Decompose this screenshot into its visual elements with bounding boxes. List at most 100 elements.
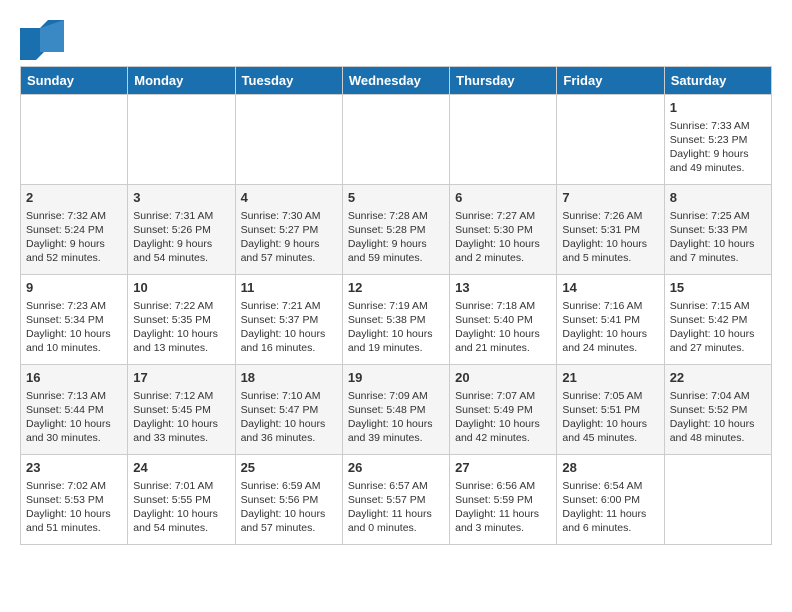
page-header: [20, 20, 772, 56]
day-info: Sunrise: 7:01 AM Sunset: 5:55 PM Dayligh…: [133, 479, 229, 536]
day-info: Sunrise: 7:26 AM Sunset: 5:31 PM Dayligh…: [562, 209, 658, 266]
day-info: Sunrise: 7:10 AM Sunset: 5:47 PM Dayligh…: [241, 389, 337, 446]
calendar-cell: [557, 95, 664, 185]
calendar-week-4: 16 Sunrise: 7:13 AM Sunset: 5:44 PM Dayli…: [21, 365, 772, 455]
day-number: 11: [241, 279, 337, 297]
day-number: 23: [26, 459, 122, 477]
calendar-cell: 9Sunrise: 7:23 AM Sunset: 5:34 PM Daylig…: [21, 275, 128, 365]
calendar-cell: [128, 95, 235, 185]
calendar-cell: [450, 95, 557, 185]
day-number: 19: [348, 369, 444, 387]
weekday-header-wednesday: Wednesday: [342, 67, 449, 95]
weekday-header-friday: Friday: [557, 67, 664, 95]
day-number: 25: [241, 459, 337, 477]
calendar-cell: 13 Sunrise: 7:18 AM Sunset: 5:40 PM Dayli…: [450, 275, 557, 365]
day-info: Sunrise: 7:32 AM Sunset: 5:24 PM Dayligh…: [26, 209, 122, 266]
day-number: 4: [241, 189, 337, 207]
calendar-cell: 18 Sunrise: 7:10 AM Sunset: 5:47 PM Dayli…: [235, 365, 342, 455]
day-info: Sunrise: 6:57 AM Sunset: 5:57 PM Dayligh…: [348, 479, 444, 536]
day-info: Sunrise: 6:56 AM Sunset: 5:59 PM Dayligh…: [455, 479, 551, 536]
logo: [20, 20, 64, 56]
calendar-cell: 21 Sunrise: 7:05 AM Sunset: 5:51 PM Dayli…: [557, 365, 664, 455]
day-number: 28: [562, 459, 658, 477]
weekday-header-monday: Monday: [128, 67, 235, 95]
day-number: 10: [133, 279, 229, 297]
day-number: 17: [133, 369, 229, 387]
calendar-week-3: 9Sunrise: 7:23 AM Sunset: 5:34 PM Daylig…: [21, 275, 772, 365]
day-number: 2: [26, 189, 122, 207]
weekday-header-tuesday: Tuesday: [235, 67, 342, 95]
calendar-cell: 28 Sunrise: 6:54 AM Sunset: 6:00 PM Dayli…: [557, 455, 664, 545]
day-number: 3: [133, 189, 229, 207]
day-info: Sunrise: 7:30 AM Sunset: 5:27 PM Dayligh…: [241, 209, 337, 266]
day-number: 13: [455, 279, 551, 297]
day-info: Sunrise: 7:28 AM Sunset: 5:28 PM Dayligh…: [348, 209, 444, 266]
day-info: Sunrise: 7:04 AM Sunset: 5:52 PM Dayligh…: [670, 389, 766, 446]
day-number: 1: [670, 99, 766, 117]
calendar-cell: 8 Sunrise: 7:25 AM Sunset: 5:33 PM Daylig…: [664, 185, 771, 275]
day-number: 14: [562, 279, 658, 297]
calendar-table: SundayMondayTuesdayWednesdayThursdayFrid…: [20, 66, 772, 545]
calendar-cell: 1 Sunrise: 7:33 AM Sunset: 5:23 PM Daylig…: [664, 95, 771, 185]
day-info: Sunrise: 7:21 AM Sunset: 5:37 PM Dayligh…: [241, 299, 337, 356]
logo-icon: [20, 20, 60, 56]
day-info: Sunrise: 7:27 AM Sunset: 5:30 PM Dayligh…: [455, 209, 551, 266]
calendar-cell: 4 Sunrise: 7:30 AM Sunset: 5:27 PM Daylig…: [235, 185, 342, 275]
weekday-header-row: SundayMondayTuesdayWednesdayThursdayFrid…: [21, 67, 772, 95]
calendar-cell: 7Sunrise: 7:26 AM Sunset: 5:31 PM Daylig…: [557, 185, 664, 275]
calendar-cell: 6 Sunrise: 7:27 AM Sunset: 5:30 PM Daylig…: [450, 185, 557, 275]
day-number: 8: [670, 189, 766, 207]
day-number: 15: [670, 279, 766, 297]
calendar-cell: [342, 95, 449, 185]
day-info: Sunrise: 7:31 AM Sunset: 5:26 PM Dayligh…: [133, 209, 229, 266]
day-number: 24: [133, 459, 229, 477]
day-info: Sunrise: 6:54 AM Sunset: 6:00 PM Dayligh…: [562, 479, 658, 536]
calendar-cell: [21, 95, 128, 185]
calendar-cell: 27 Sunrise: 6:56 AM Sunset: 5:59 PM Dayli…: [450, 455, 557, 545]
calendar-cell: 16 Sunrise: 7:13 AM Sunset: 5:44 PM Dayli…: [21, 365, 128, 455]
calendar-cell: 2 Sunrise: 7:32 AM Sunset: 5:24 PM Daylig…: [21, 185, 128, 275]
day-info: Sunrise: 7:13 AM Sunset: 5:44 PM Dayligh…: [26, 389, 122, 446]
calendar-cell: 19Sunrise: 7:09 AM Sunset: 5:48 PM Dayli…: [342, 365, 449, 455]
day-number: 12: [348, 279, 444, 297]
calendar-cell: 26 Sunrise: 6:57 AM Sunset: 5:57 PM Dayli…: [342, 455, 449, 545]
day-info: Sunrise: 7:18 AM Sunset: 5:40 PM Dayligh…: [455, 299, 551, 356]
calendar-cell: [235, 95, 342, 185]
day-number: 5: [348, 189, 444, 207]
day-info: Sunrise: 7:33 AM Sunset: 5:23 PM Dayligh…: [670, 119, 766, 176]
day-info: Sunrise: 7:22 AM Sunset: 5:35 PM Dayligh…: [133, 299, 229, 356]
day-number: 18: [241, 369, 337, 387]
calendar-cell: [664, 455, 771, 545]
day-number: 22: [670, 369, 766, 387]
calendar-week-2: 2 Sunrise: 7:32 AM Sunset: 5:24 PM Daylig…: [21, 185, 772, 275]
calendar-week-1: 1 Sunrise: 7:33 AM Sunset: 5:23 PM Daylig…: [21, 95, 772, 185]
day-number: 26: [348, 459, 444, 477]
calendar-cell: 15 Sunrise: 7:15 AM Sunset: 5:42 PM Dayli…: [664, 275, 771, 365]
calendar-cell: 5 Sunrise: 7:28 AM Sunset: 5:28 PM Daylig…: [342, 185, 449, 275]
calendar-cell: 17Sunrise: 7:12 AM Sunset: 5:45 PM Dayli…: [128, 365, 235, 455]
weekday-header-thursday: Thursday: [450, 67, 557, 95]
day-info: Sunrise: 6:59 AM Sunset: 5:56 PM Dayligh…: [241, 479, 337, 536]
calendar-cell: 14 Sunrise: 7:16 AM Sunset: 5:41 PM Dayli…: [557, 275, 664, 365]
day-info: Sunrise: 7:07 AM Sunset: 5:49 PM Dayligh…: [455, 389, 551, 446]
day-number: 16: [26, 369, 122, 387]
calendar-body: 1 Sunrise: 7:33 AM Sunset: 5:23 PM Daylig…: [21, 95, 772, 545]
calendar-header: SundayMondayTuesdayWednesdayThursdayFrid…: [21, 67, 772, 95]
calendar-cell: 24 Sunrise: 7:01 AM Sunset: 5:55 PM Dayli…: [128, 455, 235, 545]
day-number: 21: [562, 369, 658, 387]
calendar-cell: 25 Sunrise: 6:59 AM Sunset: 5:56 PM Dayli…: [235, 455, 342, 545]
day-info: Sunrise: 7:05 AM Sunset: 5:51 PM Dayligh…: [562, 389, 658, 446]
calendar-cell: 12Sunrise: 7:19 AM Sunset: 5:38 PM Dayli…: [342, 275, 449, 365]
day-number: 27: [455, 459, 551, 477]
weekday-header-saturday: Saturday: [664, 67, 771, 95]
day-info: Sunrise: 7:16 AM Sunset: 5:41 PM Dayligh…: [562, 299, 658, 356]
day-info: Sunrise: 7:25 AM Sunset: 5:33 PM Dayligh…: [670, 209, 766, 266]
day-info: Sunrise: 7:15 AM Sunset: 5:42 PM Dayligh…: [670, 299, 766, 356]
calendar-cell: 11 Sunrise: 7:21 AM Sunset: 5:37 PM Dayli…: [235, 275, 342, 365]
calendar-week-5: 23Sunrise: 7:02 AM Sunset: 5:53 PM Dayli…: [21, 455, 772, 545]
calendar-cell: 3 Sunrise: 7:31 AM Sunset: 5:26 PM Daylig…: [128, 185, 235, 275]
day-number: 6: [455, 189, 551, 207]
calendar-cell: 22 Sunrise: 7:04 AM Sunset: 5:52 PM Dayli…: [664, 365, 771, 455]
day-number: 9: [26, 279, 122, 297]
calendar-cell: 10 Sunrise: 7:22 AM Sunset: 5:35 PM Dayli…: [128, 275, 235, 365]
